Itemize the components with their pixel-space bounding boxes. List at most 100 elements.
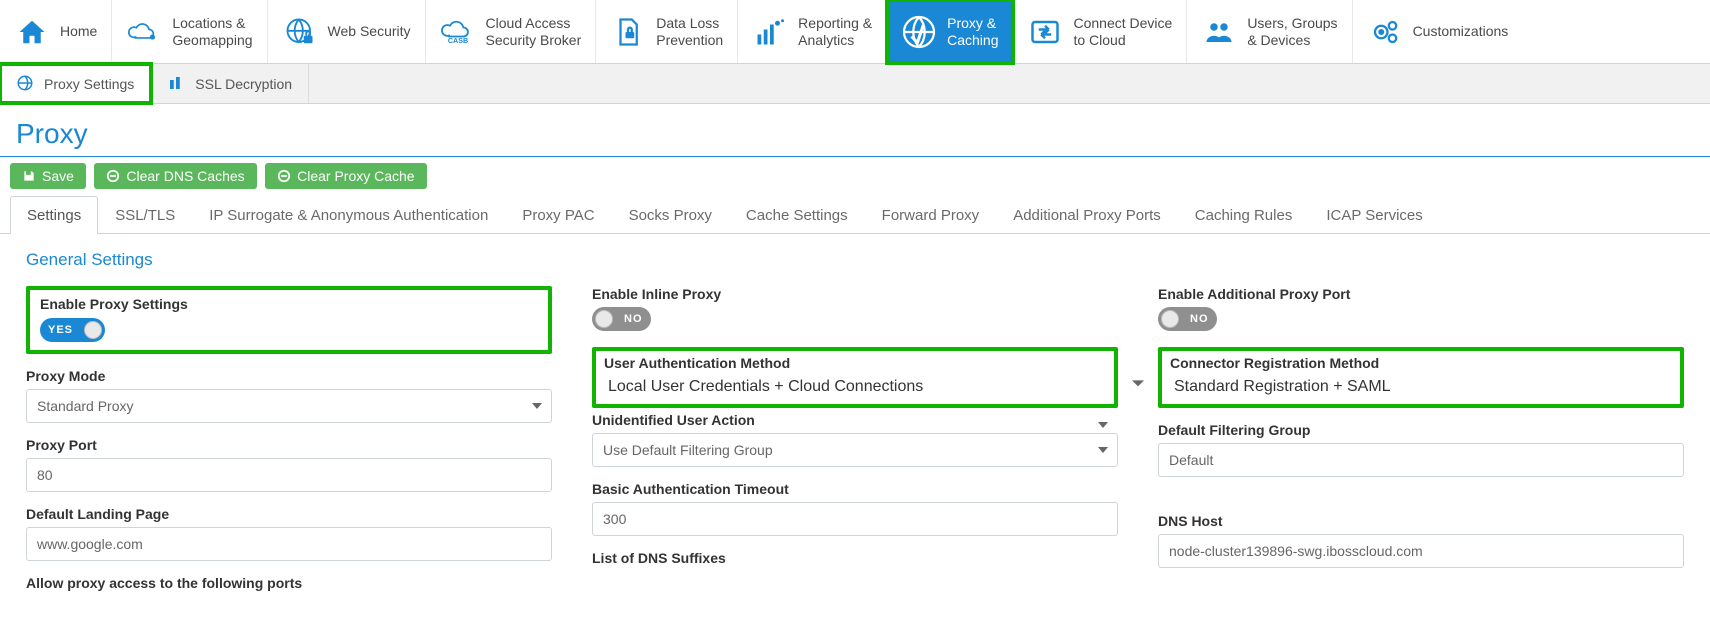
proxy-mode-select[interactable]: Standard Proxy	[26, 389, 552, 423]
nav-customizations[interactable]: Customizations	[1353, 0, 1523, 63]
swap-icon	[1027, 14, 1063, 50]
allow-ports-label: Allow proxy access to the following port…	[26, 575, 552, 591]
enable-proxy-label: Enable Proxy Settings	[40, 296, 538, 312]
settings-content: General Settings Enable Proxy Settings Y…	[0, 234, 1710, 621]
nav-dlp[interactable]: Data Loss Prevention	[596, 0, 738, 63]
nav-label: Reporting & Analytics	[798, 15, 872, 47]
button-label: Save	[42, 168, 74, 184]
unidentified-label: Unidentified User Action	[592, 412, 1118, 428]
top-nav: Home Locations & Geomapping Web Security…	[0, 0, 1710, 64]
tab-ssl-tls[interactable]: SSL/TLS	[98, 196, 192, 234]
nav-label: Data Loss Prevention	[656, 15, 723, 47]
svg-text:CASB: CASB	[447, 35, 467, 44]
ssl-icon	[167, 74, 187, 94]
nav-label: Cloud Access Security Broker	[486, 15, 582, 47]
save-button[interactable]: Save	[10, 163, 86, 189]
subtab-proxy-settings[interactable]: Proxy Settings	[0, 64, 151, 103]
enable-add-port-field: Enable Additional Proxy Port NO	[1158, 286, 1684, 333]
sub-nav: Proxy Settings SSL Decryption	[0, 64, 1710, 104]
basic-timeout-input[interactable]	[592, 502, 1118, 536]
subtab-label: SSL Decryption	[195, 76, 292, 92]
nav-connect-device[interactable]: Connect Device to Cloud	[1013, 0, 1187, 63]
enable-add-port-label: Enable Additional Proxy Port	[1158, 286, 1684, 302]
enable-inline-toggle[interactable]: NO	[592, 307, 651, 331]
dns-host-label: DNS Host	[1158, 513, 1684, 529]
nav-label: Home	[60, 23, 97, 39]
nav-casb[interactable]: CASB Cloud Access Security Broker	[426, 0, 597, 63]
tab-caching-rules[interactable]: Caching Rules	[1178, 196, 1310, 234]
action-bar: Save Clear DNS Caches Clear Proxy Cache	[0, 157, 1710, 195]
nav-label: Connect Device to Cloud	[1073, 15, 1172, 47]
proxy-port-input[interactable]	[26, 458, 552, 492]
page-title: Proxy	[0, 104, 1710, 157]
dns-host-input[interactable]	[1158, 534, 1684, 568]
landing-page-input[interactable]	[26, 527, 552, 561]
tab-cache-settings[interactable]: Cache Settings	[729, 196, 865, 234]
gears-icon	[1367, 14, 1403, 50]
enable-add-port-toggle[interactable]: NO	[1158, 307, 1217, 331]
proxy-port-field: Proxy Port	[26, 437, 552, 492]
default-group-field: Default Filtering Group Default	[1158, 422, 1684, 477]
enable-inline-label: Enable Inline Proxy	[592, 286, 1118, 302]
column-left: Enable Proxy Settings YES Proxy Mode Sta…	[26, 286, 552, 605]
landing-page-field: Default Landing Page	[26, 506, 552, 561]
clear-proxy-cache-button[interactable]: Clear Proxy Cache	[265, 163, 427, 189]
tab-proxy-pac[interactable]: Proxy PAC	[505, 196, 611, 234]
proxy-port-label: Proxy Port	[26, 437, 552, 453]
proxy-mode-field: Proxy Mode Standard Proxy	[26, 368, 552, 423]
nav-locations[interactable]: Locations & Geomapping	[112, 0, 267, 63]
toggle-value: NO	[616, 313, 651, 325]
tab-ip-surrogate[interactable]: IP Surrogate & Anonymous Authentication	[192, 196, 505, 234]
auth-method-highlight: User Authentication Method Local User Cr…	[592, 347, 1118, 408]
nav-users-groups[interactable]: Users, Groups & Devices	[1187, 0, 1352, 63]
tab-additional-ports[interactable]: Additional Proxy Ports	[996, 196, 1178, 234]
toggle-value: NO	[1182, 313, 1217, 325]
nav-reporting[interactable]: Reporting & Analytics	[738, 0, 887, 63]
tab-forward-proxy[interactable]: Forward Proxy	[865, 196, 997, 234]
unidentified-field: Unidentified User Action Use Default Fil…	[592, 412, 1118, 467]
toggle-knob	[595, 310, 613, 328]
disk-icon	[22, 169, 36, 183]
subtab-ssl-decryption[interactable]: SSL Decryption	[151, 64, 309, 103]
enable-inline-field: Enable Inline Proxy NO	[592, 286, 1118, 333]
button-label: Clear Proxy Cache	[297, 168, 415, 184]
unidentified-select[interactable]: Use Default Filtering Group	[592, 433, 1118, 467]
settings-tabs: Settings SSL/TLS IP Surrogate & Anonymou…	[0, 195, 1710, 234]
nav-label: Customizations	[1413, 23, 1509, 39]
nav-proxy-caching[interactable]: Proxy & Caching	[887, 0, 1013, 63]
nav-label: Web Security	[328, 23, 411, 39]
landing-page-label: Default Landing Page	[26, 506, 552, 522]
dns-host-field: DNS Host	[1158, 513, 1684, 568]
default-group-value[interactable]: Default	[1158, 443, 1684, 477]
dns-suffixes-field: List of DNS Suffixes	[592, 550, 1118, 566]
cloud-pin-icon	[126, 14, 162, 50]
connector-reg-value: Standard Registration + SAML	[1170, 376, 1672, 398]
tab-settings[interactable]: Settings	[10, 196, 98, 234]
nav-home[interactable]: Home	[0, 0, 112, 63]
globe-icon	[16, 74, 36, 94]
connector-reg-label: Connector Registration Method	[1170, 355, 1672, 371]
auth-method-label: User Authentication Method	[604, 355, 1106, 371]
tab-icap-services[interactable]: ICAP Services	[1309, 196, 1439, 234]
tab-socks-proxy[interactable]: Socks Proxy	[612, 196, 729, 234]
file-lock-icon	[610, 14, 646, 50]
nav-label: Proxy & Caching	[947, 15, 998, 47]
subtab-label: Proxy Settings	[44, 76, 134, 92]
column-middle: Enable Inline Proxy NO User Authenticati…	[592, 286, 1118, 605]
basic-timeout-label: Basic Authentication Timeout	[592, 481, 1118, 497]
toggle-knob	[84, 321, 102, 339]
allow-ports-field: Allow proxy access to the following port…	[26, 575, 552, 591]
section-title: General Settings	[26, 250, 1684, 270]
column-right: Enable Additional Proxy Port NO Connecto…	[1158, 286, 1684, 605]
default-group-label: Default Filtering Group	[1158, 422, 1684, 438]
enable-proxy-toggle[interactable]: YES	[40, 318, 105, 342]
users-icon	[1201, 14, 1237, 50]
chart-icon	[752, 14, 788, 50]
nav-label: Users, Groups & Devices	[1247, 15, 1337, 47]
nav-web-security[interactable]: Web Security	[268, 0, 426, 63]
clear-dns-button[interactable]: Clear DNS Caches	[94, 163, 256, 189]
globe-arrow-icon	[901, 14, 937, 50]
nav-label: Locations & Geomapping	[172, 15, 252, 47]
globe-lock-icon	[282, 14, 318, 50]
minus-circle-icon	[106, 169, 120, 183]
